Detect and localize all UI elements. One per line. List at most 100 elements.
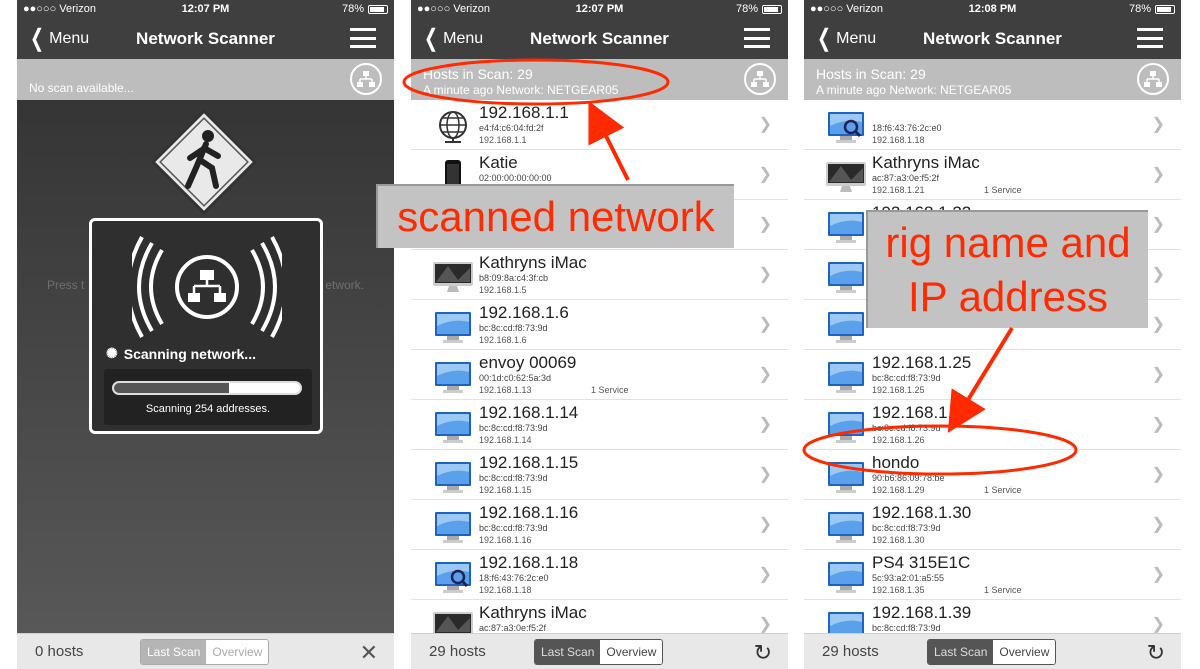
scan-network-info: A minute ago Network: NETGEAR05 xyxy=(423,83,619,97)
chevron-right-icon: ❯ xyxy=(758,116,772,133)
phone-host-list-scrolled: ●●○○○ Verizon 12:08 PM 78% ❮ Menu Network… xyxy=(804,0,1181,669)
tab-last-scan[interactable]: Last Scan xyxy=(535,640,601,664)
host-mac: bc:8c:cd:f8:73:9d xyxy=(479,323,548,333)
chevron-right-icon: ❯ xyxy=(1151,466,1165,483)
scanning-label: Scanning network... xyxy=(123,345,256,362)
host-row[interactable]: 192.168.1.1 e4:f4:c6:04:fd:2f 192.168.1.1 ❯ xyxy=(411,100,788,150)
clock: 12:07 PM xyxy=(575,3,624,15)
host-mac: bc:8c:cd:f8:73:9d xyxy=(872,623,941,633)
scan-network-info: A minute ago Network: NETGEAR05 xyxy=(816,83,1012,97)
tab-overview[interactable]: Overview xyxy=(600,640,663,664)
globe-icon xyxy=(433,110,473,144)
monitor-icon xyxy=(826,510,866,544)
host-row[interactable]: 192.168.1.26 bc:8c:cd:f8:73:9d 192.168.1.2… xyxy=(804,400,1181,450)
status-bar: ●●○○○ Verizon 12:07 PM 78% xyxy=(411,0,788,18)
scan-progress-text: Scanning 254 addresses. xyxy=(145,403,271,415)
host-services: 1 Service xyxy=(591,385,629,395)
pedestrian-sign-icon xyxy=(150,108,258,216)
host-row[interactable]: 192.168.1.15 bc:8c:cd:f8:73:9d 192.168.1.1… xyxy=(411,450,788,500)
view-segment: Last Scan Overview xyxy=(534,639,664,665)
hamburger-icon[interactable] xyxy=(1137,28,1163,48)
tab-overview[interactable]: Overview xyxy=(206,640,269,664)
host-services: 1 Service xyxy=(984,585,1022,595)
chevron-right-icon: ❯ xyxy=(1151,116,1165,133)
monitor-search-icon xyxy=(826,110,866,144)
host-row[interactable]: envoy 00069 00:1d:c0:62:5a:3d 192.168.1.13… xyxy=(411,350,788,400)
host-row[interactable]: 192.168.1.16 bc:8c:cd:f8:73:9d 192.168.1.1… xyxy=(411,500,788,550)
host-mac: b8:09:8a:c4:3f:cb xyxy=(479,273,549,283)
chevron-right-icon: ❯ xyxy=(1151,166,1165,183)
hamburger-icon[interactable] xyxy=(350,28,376,48)
hamburger-icon[interactable] xyxy=(744,28,770,48)
host-row[interactable]: 192.168.1.14 bc:8c:cd:f8:73:9d 192.168.1.1… xyxy=(411,400,788,450)
host-row[interactable]: PS4 315E1C 5c:93:a2:01:a5:55 192.168.1.35 1… xyxy=(804,550,1181,600)
host-count: 0 hosts xyxy=(35,643,84,660)
host-row[interactable]: Kathryns iMac b8:09:8a:c4:3f:cb 192.168.1.… xyxy=(411,250,788,300)
monitor-icon xyxy=(826,210,866,244)
host-mac: bc:8c:cd:f8:73:9d xyxy=(872,373,941,383)
chevron-right-icon: ❯ xyxy=(758,266,772,283)
chevron-right-icon: ❯ xyxy=(1151,416,1165,433)
host-name: PS4 315E1C xyxy=(872,553,971,572)
host-row[interactable]: 192.168.1.30 bc:8c:cd:f8:73:9d 192.168.1.3… xyxy=(804,500,1181,550)
host-mac: ac:87:a3:0e:f5:2f xyxy=(479,623,547,633)
monitor-icon xyxy=(433,310,473,344)
chevron-right-icon: ❯ xyxy=(758,616,772,633)
chevron-right-icon: ❯ xyxy=(758,216,772,233)
host-name: Kathryns iMac xyxy=(872,153,980,172)
tab-last-scan[interactable]: Last Scan xyxy=(928,640,994,664)
monitor-icon xyxy=(433,510,473,544)
host-ip: 192.168.1.26 xyxy=(872,435,925,445)
host-ip: 192.168.1.18 xyxy=(479,585,532,595)
tab-last-scan[interactable]: Last Scan xyxy=(141,640,207,664)
host-name: Kathryns iMac xyxy=(479,603,587,622)
phone-scanning: ●●○○○ Verizon 12:07 PM 78% ❮ Menu Network… xyxy=(17,0,394,669)
menu-back-label: Menu xyxy=(836,29,877,47)
host-row[interactable]: 18:f6:43:76:2c:e0 192.168.1.18 ❯ xyxy=(804,100,1181,150)
battery-icon xyxy=(762,4,782,14)
status-bar: ●●○○○ Verizon 12:08 PM 78% xyxy=(804,0,1181,18)
monitor-icon xyxy=(826,360,866,394)
clock: 12:07 PM xyxy=(181,3,230,15)
chevron-left-icon: ❮ xyxy=(30,24,45,52)
host-mac: bc:8c:cd:f8:73:9d xyxy=(872,523,941,533)
host-count: 29 hosts xyxy=(822,643,879,660)
host-ip: 192.168.1.29 xyxy=(872,485,925,495)
view-segment: Last Scan Overview xyxy=(140,639,270,665)
stage: ●●○○○ Verizon 12:07 PM 78% ❮ Menu Network… xyxy=(0,0,1200,669)
menu-back-button[interactable]: ❮ Menu xyxy=(804,26,894,51)
refresh-icon[interactable]: ↻ xyxy=(754,640,772,666)
annotation-scanned-network: scanned network xyxy=(376,184,734,248)
nav-bar: ❮ Menu Network Scanner xyxy=(804,18,1181,59)
chevron-right-icon: ❯ xyxy=(1151,566,1165,583)
hosts-in-scan: Hosts in Scan: 29 xyxy=(816,66,926,82)
host-row[interactable]: Kathryns iMac ac:87:a3:0e:f5:2f 192.168.1.… xyxy=(804,150,1181,200)
host-row[interactable]: 192.168.1.25 bc:8c:cd:f8:73:9d 192.168.1.2… xyxy=(804,350,1181,400)
menu-back-button[interactable]: ❮ Menu xyxy=(411,26,501,51)
host-mac: bc:8c:cd:f8:73:9d xyxy=(479,523,548,533)
scan-info-bar: No scan available... xyxy=(17,59,394,100)
refresh-icon[interactable]: ↻ xyxy=(1147,640,1165,666)
host-name: 192.168.1.15 xyxy=(479,453,579,472)
chevron-right-icon: ❯ xyxy=(1151,516,1165,533)
network-icon[interactable] xyxy=(350,63,382,95)
host-row[interactable]: hondo 90:b6:86:09:78:be 192.168.1.29 1 Serv… xyxy=(804,450,1181,500)
host-ip: 192.168.1.6 xyxy=(479,335,527,345)
monitor-icon xyxy=(826,260,866,294)
hosts-in-scan: Hosts in Scan: 29 xyxy=(423,66,533,82)
menu-back-button[interactable]: ❮ Menu xyxy=(17,24,107,52)
host-row[interactable]: 192.168.1.6 bc:8c:cd:f8:73:9d 192.168.1.6 ❯ xyxy=(411,300,788,350)
bottom-toolbar: 29 hosts Last Scan Overview ↻ xyxy=(411,633,788,669)
battery-icon xyxy=(1155,4,1175,14)
monitor-icon xyxy=(433,460,473,494)
network-icon[interactable] xyxy=(1137,63,1169,95)
monitor-icon xyxy=(826,460,866,494)
network-icon[interactable] xyxy=(744,63,776,95)
host-row[interactable]: 192.168.1.18 18:f6:43:76:2c:e0 192.168.1.1… xyxy=(411,550,788,600)
scan-info-bar: Hosts in Scan: 29 A minute ago Network: … xyxy=(411,59,788,100)
cancel-scan-icon[interactable]: ✕ xyxy=(360,640,378,666)
tab-overview[interactable]: Overview xyxy=(993,640,1056,664)
host-name: 192.168.1.14 xyxy=(479,403,579,422)
host-ip: 192.168.1.1 xyxy=(479,135,527,145)
clock: 12:08 PM xyxy=(968,3,1017,15)
